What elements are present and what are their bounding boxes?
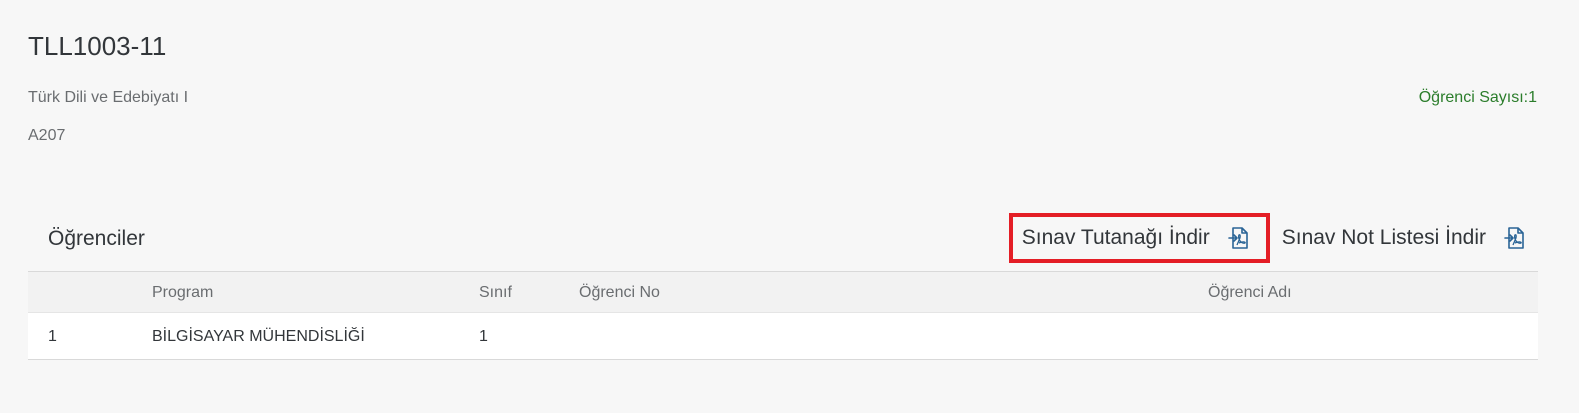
table-header-row: Program Sınıf Öğrenci No Öğrenci Adı: [28, 272, 1538, 313]
row-program: BİLGİSAYAR MÜHENDİSLİĞİ: [152, 328, 365, 345]
download-grade-list-label: Sınav Not Listesi İndir: [1281, 226, 1486, 249]
download-exam-report-button[interactable]: Sınav Tutanağı İndir: [1008, 213, 1270, 263]
column-header-student-name[interactable]: Öğrenci Adı: [1208, 284, 1292, 302]
column-header-class[interactable]: Sınıf: [479, 284, 512, 302]
pdf-download-icon: [1226, 225, 1252, 251]
column-header-program[interactable]: Program: [152, 284, 213, 302]
pdf-download-icon: [1502, 225, 1528, 251]
toolbar-actions: Sınav Tutanağı İndir Sınav Not Listesi İ…: [1008, 213, 1538, 263]
student-count: Öğrenci Sayısı:1: [1418, 89, 1537, 106]
room-label: A207: [28, 127, 66, 144]
table-title: Öğrenciler: [48, 227, 145, 250]
table-toolbar: Öğrenciler Sınav Tutanağı İndir Sınav No…: [28, 210, 1538, 272]
download-grade-list-button[interactable]: Sınav Not Listesi İndir: [1270, 213, 1538, 263]
students-table-section: Öğrenciler Sınav Tutanağı İndir Sınav No…: [28, 210, 1538, 360]
page-title: TLL1003-11: [28, 31, 167, 61]
row-index: 1: [48, 328, 57, 345]
download-exam-report-label: Sınav Tutanağı İndir: [1021, 226, 1210, 249]
column-header-student-no[interactable]: Öğrenci No: [579, 284, 660, 302]
row-class: 1: [479, 328, 488, 345]
course-name: Türk Dili ve Edebiyatı I: [28, 89, 189, 106]
table-row[interactable]: 1 BİLGİSAYAR MÜHENDİSLİĞİ 1: [28, 313, 1538, 360]
